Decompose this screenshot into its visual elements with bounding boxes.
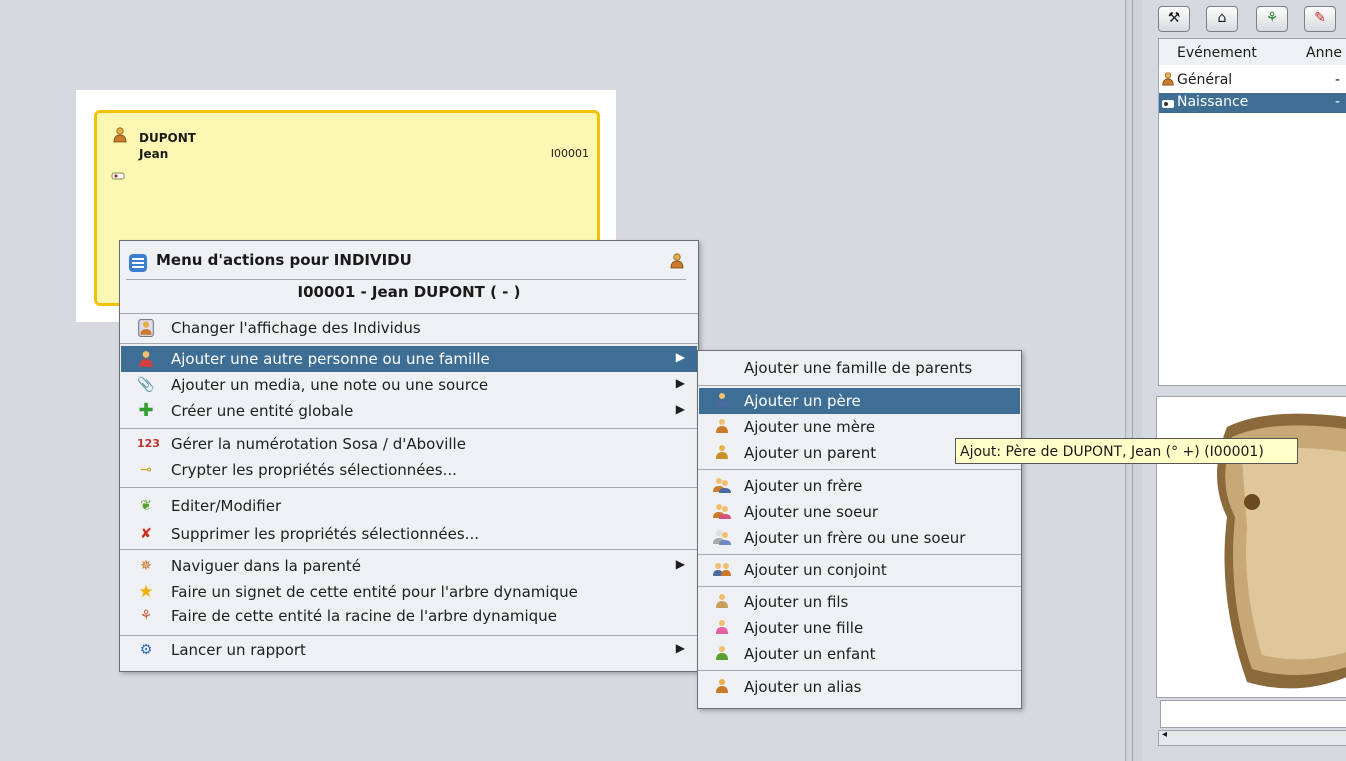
menu-item-add-person-family[interactable]: Ajouter une autre personne ou une famill… <box>121 346 697 372</box>
event-year: - <box>1335 94 1341 110</box>
navigate-icon: ✵ <box>140 558 152 574</box>
card-id: I00001 <box>550 147 589 160</box>
menu-item-tree-root[interactable]: ⚘ Faire de cette entité la racine de l'a… <box>121 603 697 629</box>
edit-leaf-icon: ❦ <box>140 498 152 514</box>
card-surname: DUPONT <box>139 131 196 145</box>
key-icon: ⊸ <box>140 462 152 478</box>
scroll-left-icon[interactable]: ◂ <box>1162 729 1167 740</box>
actions-context-menu: Menu d'actions pour INDIVIDU I00001 - Je… <box>119 240 699 672</box>
submenu-arrow-icon: ▶ <box>675 557 685 571</box>
numbers-icon: 123 <box>137 437 160 450</box>
menu-item-create-entity[interactable]: ✚ Créer une entité globale ▶ <box>121 398 697 424</box>
person-icon <box>1161 72 1175 90</box>
menu-item-change-display[interactable]: Changer l'affichage des Individus <box>121 315 697 341</box>
separator <box>126 279 686 280</box>
paperclip-icon: 📎 <box>137 377 155 393</box>
card-given-name: Jean <box>139 147 169 161</box>
person-icon <box>670 253 684 273</box>
pen-icon: ✎ <box>1314 10 1326 26</box>
star-icon: ★ <box>138 582 154 602</box>
menu-item-delete[interactable]: ✘ Supprimer les propriétés sélectionnées… <box>121 521 697 547</box>
toolbar-button-2[interactable]: ⌂ <box>1206 6 1238 32</box>
menu-item-encrypt[interactable]: ⊸ Crypter les propriétés sélectionnées..… <box>121 457 697 483</box>
add-person-submenu: Ajouter une famille de parents Ajouter u… <box>697 350 1022 709</box>
delete-icon: ✘ <box>140 526 152 542</box>
add-person-icon <box>137 350 155 368</box>
toolbar-button-3[interactable]: ⚘ <box>1256 6 1288 32</box>
plus-icon: ✚ <box>138 400 154 421</box>
menu-item-navigate[interactable]: ✵ Naviguer dans la parenté ▶ <box>121 553 697 579</box>
separator <box>698 469 1021 470</box>
separator <box>120 635 698 636</box>
col-year-header[interactable]: Anne <box>1306 45 1342 61</box>
birth-event-icon <box>1161 97 1175 113</box>
menu-item-add-media[interactable]: 📎 Ajouter un media, une note ou une sour… <box>121 372 697 398</box>
submenu-item-add-parents-family[interactable]: Ajouter une famille de parents <box>699 355 1020 381</box>
panel-splitter[interactable] <box>1125 0 1143 761</box>
submenu-item-add-sibling[interactable]: Ajouter un frère ou une soeur <box>699 525 1020 551</box>
separator <box>120 313 698 314</box>
person-display-icon <box>137 319 155 337</box>
event-table: Evénement Anne Général - Naissance - <box>1158 38 1346 386</box>
media-caption-input[interactable] <box>1160 700 1346 728</box>
father-icon <box>713 392 731 410</box>
submenu-arrow-icon: ▶ <box>675 641 685 655</box>
event-table-header: Evénement Anne <box>1159 39 1346 65</box>
separator <box>698 385 1021 386</box>
menu-entity-subtitle: I00001 - Jean DUPONT ( - ) <box>297 283 521 301</box>
sibling-icon <box>713 529 731 547</box>
event-year: - <box>1335 72 1341 88</box>
submenu-item-add-child[interactable]: Ajouter un enfant <box>699 641 1020 667</box>
submenu-item-add-mother[interactable]: Ajouter une mère <box>699 414 1020 440</box>
parent-icon <box>713 444 731 462</box>
separator <box>120 343 698 344</box>
submenu-item-add-daughter[interactable]: Ajouter une fille <box>699 615 1020 641</box>
separator <box>698 554 1021 555</box>
alias-icon <box>713 678 731 696</box>
separator <box>120 428 698 429</box>
submenu-item-add-father[interactable]: Ajouter un père <box>699 388 1020 414</box>
separator <box>698 670 1021 671</box>
menu-item-report[interactable]: ⚙ Lancer un rapport ▶ <box>121 637 697 663</box>
tree-icon: ⚘ <box>1265 10 1279 26</box>
menu-item-bookmark[interactable]: ★ Faire un signet de cette entité pour l… <box>121 579 697 605</box>
tooltip: Ajout: Père de DUPONT, Jean (° +) (I0000… <box>955 438 1298 464</box>
event-row-birth[interactable]: Naissance - <box>1159 93 1346 113</box>
event-label: Naissance <box>1177 94 1249 110</box>
separator <box>120 549 698 550</box>
report-icon: ⚙ <box>139 642 153 658</box>
submenu-item-add-brother[interactable]: Ajouter un frère <box>699 473 1020 499</box>
submenu-arrow-icon: ▶ <box>675 402 685 416</box>
submenu-arrow-icon: ▶ <box>675 350 685 364</box>
submenu-arrow-icon: ▶ <box>675 376 685 390</box>
submenu-item-add-spouse[interactable]: Ajouter un conjoint <box>699 557 1020 583</box>
sister-icon <box>713 503 731 521</box>
brother-icon <box>713 477 731 495</box>
submenu-item-add-son[interactable]: Ajouter un fils <box>699 589 1020 615</box>
menu-item-edit[interactable]: ❦ Editer/Modifier <box>121 493 697 519</box>
tree-root-icon: ⚘ <box>139 608 153 624</box>
toolbar-button-1[interactable]: ⚒ <box>1158 6 1190 32</box>
event-row-general[interactable]: Général - <box>1159 71 1346 91</box>
separator <box>698 586 1021 587</box>
toolbar-button-4[interactable]: ✎ <box>1304 6 1336 32</box>
col-event-header[interactable]: Evénement <box>1177 45 1257 61</box>
submenu-item-add-alias[interactable]: Ajouter un alias <box>699 674 1020 700</box>
mother-icon <box>713 418 731 436</box>
event-label: Général <box>1177 72 1233 88</box>
spouse-icon <box>713 561 731 579</box>
menu-title: Menu d'actions pour INDIVIDU <box>156 251 412 269</box>
separator <box>120 487 698 488</box>
menu-item-sosa-numbering[interactable]: 123 Gérer la numérotation Sosa / d'Abovi… <box>121 431 697 457</box>
child-icon <box>713 645 731 663</box>
horizontal-scrollbar[interactable]: ◂ <box>1158 729 1346 746</box>
son-icon <box>713 593 731 611</box>
person-icon <box>113 127 127 147</box>
daughter-icon <box>713 619 731 637</box>
tools-icon: ⚒ <box>1167 10 1181 26</box>
home-icon: ⌂ <box>1217 10 1227 26</box>
menu-list-icon <box>128 253 148 277</box>
submenu-item-add-sister[interactable]: Ajouter une soeur <box>699 499 1020 525</box>
birth-event-icon <box>111 169 125 185</box>
